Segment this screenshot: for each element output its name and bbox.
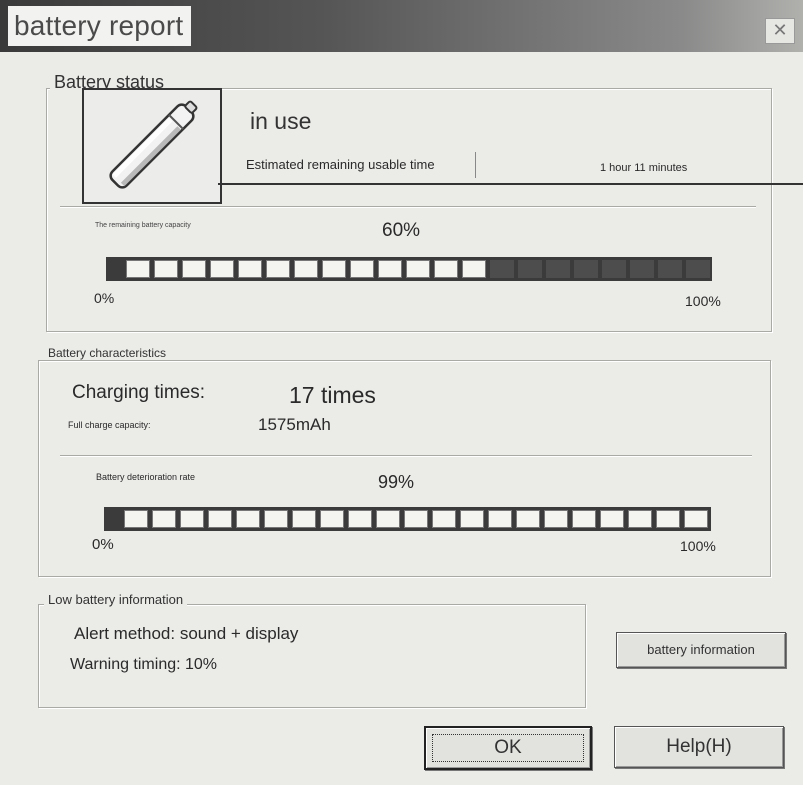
battery-state: in use: [250, 108, 312, 134]
progress-segment-filled: [432, 510, 456, 528]
progress-segment-filled: [292, 510, 316, 528]
progress-segment-filled: [210, 260, 234, 278]
close-button[interactable]: ✕: [765, 18, 795, 44]
progress-segment-filled: [322, 260, 346, 278]
alert-method: Alert method: sound + display: [74, 624, 299, 643]
ok-button-focus-ring: [432, 734, 584, 762]
progress-segment-empty: [518, 260, 542, 278]
battery-icon-frame: [82, 88, 222, 204]
help-button-label: Help(H): [666, 736, 732, 757]
battery-characteristics-legend: Battery characteristics: [44, 346, 171, 360]
progress-segment-filled: [182, 260, 206, 278]
progress-segment-filled: [294, 260, 318, 278]
progress-segment-empty: [574, 260, 598, 278]
progress-segment-filled: [126, 260, 150, 278]
progress-segment-filled: [572, 510, 596, 528]
progress-segment-empty: [602, 260, 626, 278]
battery-status-separator: [60, 206, 756, 207]
progress-segment-empty: [658, 260, 682, 278]
capacity-percent: 60%: [382, 220, 421, 241]
deterioration-percent: 99%: [378, 472, 415, 492]
progress-segment-filled: [406, 260, 430, 278]
progress-segment-filled: [434, 260, 458, 278]
battery-information-button-label: battery information: [647, 642, 755, 657]
progress-segment-filled: [684, 510, 708, 528]
progress-segment-filled: [124, 510, 148, 528]
progress-segment-filled: [350, 260, 374, 278]
remaining-time-underline: [218, 183, 803, 185]
progress-segment-filled: [154, 260, 178, 278]
progress-segment-filled: [376, 510, 400, 528]
progress-segment-filled: [180, 510, 204, 528]
progress-segment-filled: [544, 510, 568, 528]
capacity-max-label: 100%: [685, 293, 721, 309]
progress-segment-filled: [656, 510, 680, 528]
charging-times-value: 17 times: [289, 382, 376, 408]
remaining-time-divider: [475, 152, 476, 178]
help-button[interactable]: Help(H): [614, 726, 784, 768]
battery-icon: [109, 100, 198, 189]
battery-characteristics-separator: [60, 455, 752, 456]
progress-segment-filled: [600, 510, 624, 528]
full-charge-value: 1575mAh: [258, 415, 331, 434]
full-charge-label: Full charge capacity:: [68, 420, 151, 430]
progress-segment-filled: [208, 510, 232, 528]
capacity-progress-bar: [106, 257, 712, 281]
progress-segment-filled: [348, 510, 372, 528]
progress-segment-filled: [404, 510, 428, 528]
remaining-time-value: 1 hour 11 minutes: [600, 162, 688, 174]
progress-segment-filled: [238, 260, 262, 278]
progress-segment-filled: [460, 510, 484, 528]
progress-segment-empty: [490, 260, 514, 278]
progress-segment-filled: [264, 510, 288, 528]
deterioration-label: Battery deterioration rate: [96, 472, 196, 482]
window-title: battery report: [8, 6, 192, 46]
progress-segment-filled: [320, 510, 344, 528]
progress-segment-filled: [378, 260, 402, 278]
progress-segment-filled: [488, 510, 512, 528]
progress-segment-filled: [152, 510, 176, 528]
progress-segment-empty: [630, 260, 654, 278]
progress-segment-filled: [628, 510, 652, 528]
deterioration-progress-bar: [104, 507, 711, 531]
progress-segment-filled: [236, 510, 260, 528]
progress-segment-filled: [462, 260, 486, 278]
ok-button[interactable]: OK: [424, 726, 592, 770]
progress-segment-empty: [546, 260, 570, 278]
progress-segment-filled: [266, 260, 290, 278]
capacity-label: The remaining battery capacity: [95, 222, 191, 229]
capacity-min-label: 0%: [94, 290, 115, 306]
remaining-time-label: Estimated remaining usable time: [246, 157, 435, 172]
close-icon: ✕: [772, 20, 788, 40]
deterioration-max-label: 100%: [680, 538, 716, 554]
title-bar: battery report ✕: [0, 0, 803, 52]
charging-times-label: Charging times:: [72, 382, 206, 403]
battery-information-button[interactable]: battery information: [616, 632, 786, 668]
progress-segment-empty: [686, 260, 710, 278]
low-battery-legend: Low battery information: [44, 592, 188, 607]
warning-timing: Warning timing: 10%: [70, 656, 218, 673]
progress-segment-filled: [516, 510, 540, 528]
deterioration-min-label: 0%: [92, 536, 114, 553]
